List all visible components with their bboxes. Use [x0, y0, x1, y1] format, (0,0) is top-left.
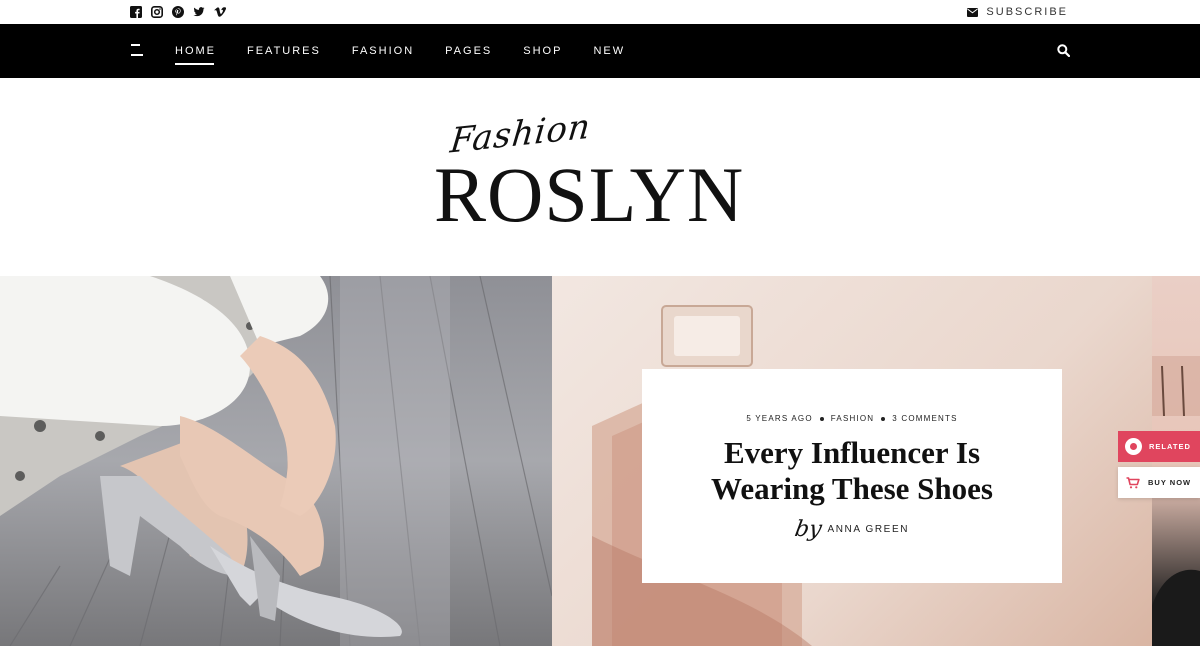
meta-separator	[819, 416, 824, 421]
main-nav: HOME FEATURES FASHION PAGES SHOP NEW	[175, 24, 656, 78]
related-label: RELATED	[1149, 442, 1191, 451]
nav-item-features[interactable]: FEATURES	[247, 45, 321, 57]
nav-item-home[interactable]: HOME	[175, 45, 216, 65]
post-time: 5 YEARS AGO	[746, 414, 813, 423]
related-icon	[1125, 438, 1142, 455]
post-category[interactable]: FASHION	[831, 414, 875, 423]
hamburger-icon[interactable]	[131, 44, 143, 58]
post-meta: 5 YEARS AGO FASHION 3 COMMENTS	[642, 414, 1062, 423]
hero-image-shoes[interactable]	[0, 276, 552, 646]
nav-item-shop[interactable]: SHOP	[523, 45, 562, 57]
main-navbar: HOME FEATURES FASHION PAGES SHOP NEW	[0, 24, 1200, 78]
subscribe-label: SUBSCRIBE	[986, 6, 1068, 18]
nav-item-pages[interactable]: PAGES	[445, 45, 492, 57]
related-button[interactable]: RELATED	[1118, 431, 1200, 462]
post-author[interactable]: ANNA GREEN	[827, 524, 909, 535]
post-comments[interactable]: 3 COMMENTS	[892, 414, 957, 423]
buy-now-label: BUY NOW	[1148, 478, 1192, 487]
vimeo-icon[interactable]	[214, 6, 226, 18]
facebook-icon[interactable]	[130, 6, 142, 18]
subscribe-button[interactable]: SUBSCRIBE	[967, 6, 1068, 18]
nav-item-fashion[interactable]: FASHION	[352, 45, 414, 57]
envelope-icon	[967, 7, 979, 17]
site-logo[interactable]: Fashion ROSLYN	[430, 106, 770, 248]
post-title[interactable]: Every Influencer Is Wearing These Shoes	[672, 435, 1032, 507]
logo-brand: ROSLYN	[434, 151, 745, 238]
nav-item-new[interactable]: NEW	[593, 45, 625, 57]
featured-post-card: 5 YEARS AGO FASHION 3 COMMENTS Every Inf…	[642, 369, 1062, 583]
search-icon[interactable]	[1057, 44, 1071, 58]
instagram-icon[interactable]	[151, 6, 163, 18]
cart-icon	[1126, 476, 1140, 488]
post-byline: by ANNA GREEN	[642, 517, 1062, 542]
social-links	[130, 6, 226, 18]
meta-separator	[881, 416, 886, 421]
top-bar: SUBSCRIBE	[0, 0, 1200, 24]
pinterest-icon[interactable]	[172, 6, 184, 18]
byline-prefix: by	[792, 517, 824, 542]
twitter-icon[interactable]	[193, 6, 205, 18]
buy-now-button[interactable]: BUY NOW	[1118, 467, 1200, 498]
